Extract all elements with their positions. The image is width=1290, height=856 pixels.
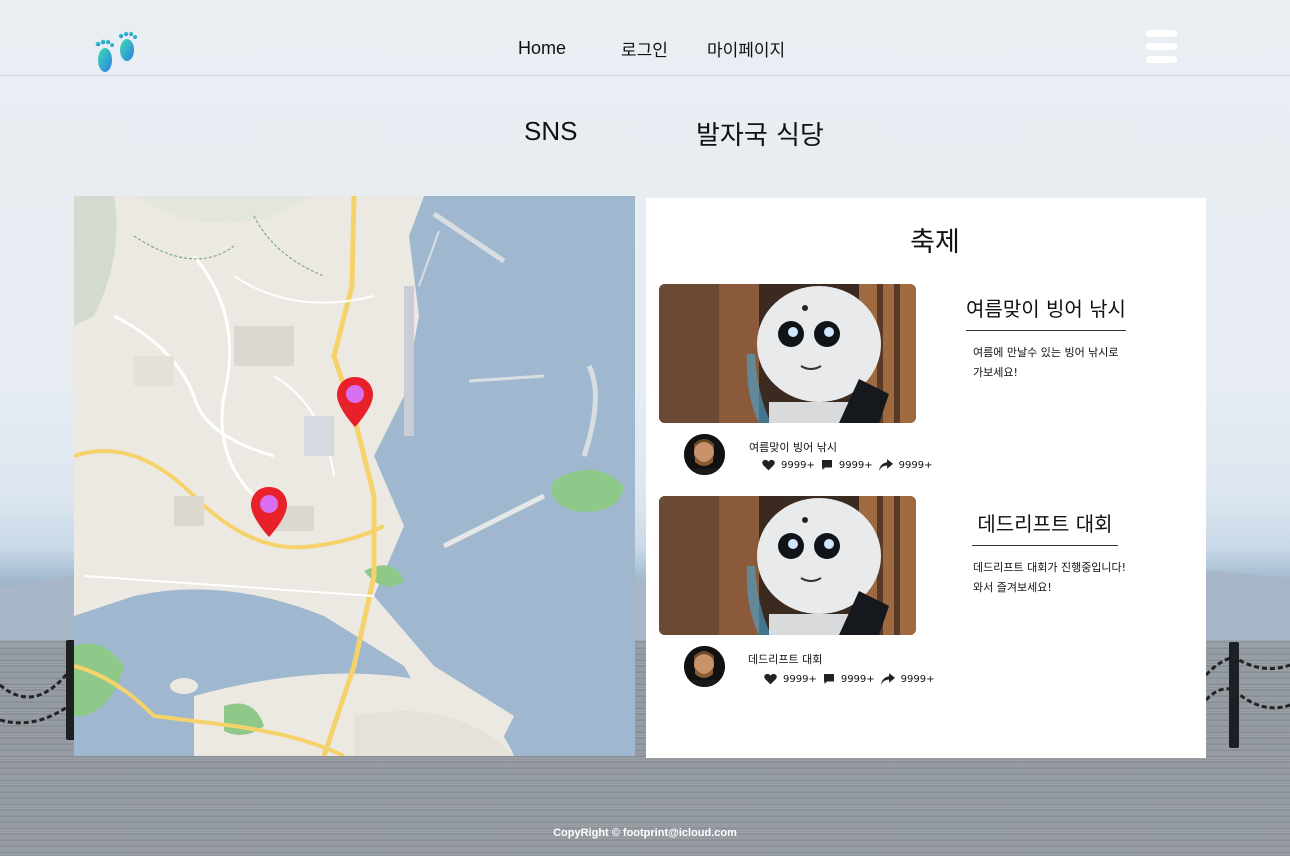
panel-title: 축제	[910, 227, 960, 258]
post-title[interactable]: 데드리프트 대회	[748, 651, 822, 667]
hamburger-menu-icon[interactable]	[1146, 30, 1178, 66]
share-count: 9999+	[900, 673, 935, 685]
nav-mypage-link[interactable]: 마이페이지	[707, 36, 785, 61]
avatar[interactable]	[684, 646, 725, 687]
tab-footprint-restaurant[interactable]: 발자국 식당	[696, 115, 824, 152]
post-title[interactable]: 여름맞이 빙어 낚시	[749, 439, 837, 455]
footprint-logo-icon[interactable]	[90, 30, 142, 80]
site-header: Home 로그인 마이페이지	[0, 0, 1290, 76]
map-marker-icon[interactable]	[336, 376, 374, 428]
description-line: 데드리프트 대회가 진행중입니다!	[973, 561, 1127, 574]
share-icon	[878, 459, 893, 471]
heart-icon	[764, 673, 777, 685]
share-stat[interactable]: 9999+	[878, 459, 933, 471]
share-icon	[880, 673, 895, 685]
map-marker-icon[interactable]	[250, 486, 288, 538]
comment-count: 9999+	[840, 673, 875, 685]
heart-icon	[762, 459, 775, 471]
festival-card-title[interactable]: 여름맞이 빙어 낚시	[966, 293, 1126, 331]
nav-login-link[interactable]: 로그인	[621, 36, 668, 61]
description-line: 와서 즐겨보세요!	[973, 581, 1052, 594]
like-stat[interactable]: 9999+	[764, 673, 817, 685]
map-view[interactable]	[74, 196, 635, 756]
share-count: 9999+	[898, 459, 933, 471]
festival-image[interactable]	[659, 284, 916, 423]
festival-panel: 축제 여름맞이 빙어 낚시 여름에 만날수 있는 빙어 낚시로 가보세요! 여름…	[646, 198, 1206, 758]
map-canvas	[74, 196, 635, 756]
share-stat[interactable]: 9999+	[880, 673, 935, 685]
tab-sns[interactable]: SNS	[524, 116, 577, 147]
description-line: 여름에 만날수 있는 빙어 낚시로	[973, 346, 1119, 359]
festival-card-title[interactable]: 데드리프트 대회	[972, 508, 1118, 546]
post-stats: 9999+ 9999+ 9999+	[762, 459, 938, 471]
post-stats: 9999+ 9999+ 9999+	[764, 673, 940, 685]
footer-copyright: CopyRight © footprint@icloud.com	[553, 827, 737, 839]
comment-icon	[821, 460, 832, 470]
like-count: 9999+	[783, 673, 817, 685]
festival-card-description: 데드리프트 대회가 진행중입니다! 와서 즐겨보세요!	[973, 558, 1133, 598]
avatar[interactable]	[684, 434, 725, 475]
like-count: 9999+	[781, 459, 815, 471]
comment-stat[interactable]: 9999+	[821, 459, 873, 471]
comment-stat[interactable]: 9999+	[823, 673, 875, 685]
festival-card-description: 여름에 만날수 있는 빙어 낚시로 가보세요!	[973, 343, 1133, 383]
comment-icon	[823, 674, 834, 684]
festival-image[interactable]	[659, 496, 916, 635]
like-stat[interactable]: 9999+	[762, 459, 815, 471]
comment-count: 9999+	[838, 459, 873, 471]
nav-home-link[interactable]: Home	[518, 38, 566, 59]
description-line: 가보세요!	[973, 366, 1018, 379]
